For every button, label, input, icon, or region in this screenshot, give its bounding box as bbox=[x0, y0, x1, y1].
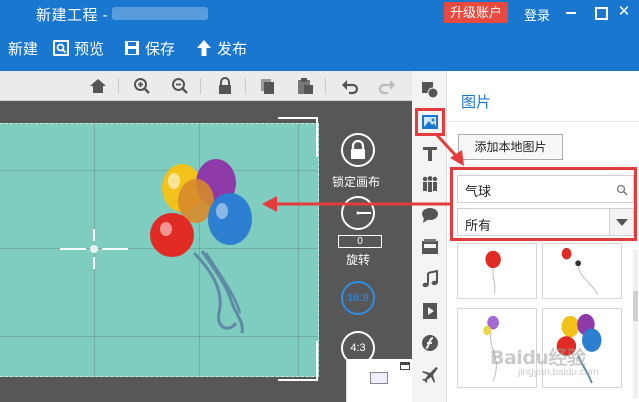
people-icon[interactable] bbox=[421, 175, 439, 193]
crop-corner-top-right[interactable] bbox=[278, 117, 318, 157]
image-result-thumbnail[interactable] bbox=[457, 243, 537, 299]
new-button[interactable]: 新建 bbox=[8, 36, 38, 60]
image-result-thumbnail[interactable] bbox=[542, 243, 622, 299]
new-label: 新建 bbox=[8, 40, 39, 58]
red-balloon-icon bbox=[485, 250, 501, 295]
dial-indicator-icon bbox=[356, 211, 371, 215]
music-icon[interactable] bbox=[421, 270, 439, 288]
window-title: 新建工程 - bbox=[36, 7, 109, 24]
paste-icon[interactable] bbox=[296, 77, 314, 95]
toolbar-separator bbox=[325, 78, 326, 94]
annotation-highlight-image-tool bbox=[415, 108, 445, 136]
maximize-icon[interactable] bbox=[590, 3, 610, 21]
upload-arrow-icon bbox=[197, 40, 211, 56]
copy-icon[interactable] bbox=[259, 77, 277, 95]
crosshair-icon bbox=[60, 229, 128, 269]
save-label: 保存 bbox=[145, 40, 176, 58]
login-link[interactable]: 登录 bbox=[524, 5, 550, 24]
publish-label: 发布 bbox=[217, 40, 248, 58]
lock-icon[interactable] bbox=[216, 77, 234, 95]
rotate-value-field[interactable]: 0 bbox=[338, 235, 382, 248]
home-icon[interactable] bbox=[89, 77, 107, 95]
lock-icon bbox=[351, 139, 365, 159]
grid-line bbox=[298, 124, 299, 376]
preview-label: 预览 bbox=[74, 40, 105, 58]
annotation-highlight-search-area bbox=[450, 167, 637, 241]
flash-icon[interactable] bbox=[421, 334, 439, 352]
video-icon[interactable] bbox=[421, 302, 439, 320]
redo-icon[interactable] bbox=[378, 77, 396, 95]
canvas-toolbar bbox=[0, 71, 412, 101]
lock-canvas-button[interactable] bbox=[341, 133, 375, 167]
watermark-text: Baidu经验 bbox=[490, 347, 586, 369]
blurred-project-name bbox=[112, 7, 208, 20]
collapse-icon[interactable] bbox=[400, 362, 410, 370]
upgrade-account-button[interactable]: 升级账户 bbox=[444, 2, 508, 23]
balloon-bunch-icon bbox=[561, 247, 598, 295]
aspect-ratio-16-9-button[interactable]: 16:9 bbox=[341, 281, 375, 315]
rotate-label: 旋转 bbox=[346, 253, 371, 267]
preview-icon bbox=[53, 40, 69, 56]
publish-button[interactable]: 发布 bbox=[196, 36, 247, 60]
save-button[interactable]: 保存 bbox=[124, 36, 175, 60]
airplane-icon[interactable] bbox=[421, 366, 439, 384]
balloons-image[interactable] bbox=[144, 153, 264, 343]
stage-area: 锁定画布 0 旋转 16:9 4:3 bbox=[0, 101, 412, 402]
toolbar-separator bbox=[118, 78, 119, 94]
save-icon bbox=[125, 41, 139, 55]
watermark-subtext: jingyan.baidu.com bbox=[518, 367, 599, 378]
undo-icon[interactable] bbox=[341, 77, 359, 95]
preview-button[interactable]: 预览 bbox=[53, 36, 104, 60]
add-local-image-button[interactable]: 添加本地图片 bbox=[458, 134, 563, 160]
rotate-dial[interactable] bbox=[341, 196, 375, 230]
minimize-icon[interactable] bbox=[561, 3, 581, 21]
text-icon[interactable] bbox=[421, 145, 439, 163]
panel-title: 图片 bbox=[461, 94, 492, 111]
zoom-in-icon[interactable] bbox=[133, 77, 151, 95]
close-icon[interactable]: ✕ bbox=[614, 3, 634, 21]
shapes-icon[interactable] bbox=[421, 81, 439, 99]
mini-preview-thumbnail[interactable] bbox=[370, 372, 388, 384]
main-toolbar: 新建 预览 保存 发布 bbox=[0, 26, 639, 71]
zoom-out-icon[interactable] bbox=[171, 77, 189, 95]
background-icon[interactable] bbox=[421, 238, 439, 256]
panel-scrollbar[interactable] bbox=[633, 249, 638, 399]
toolbar-separator bbox=[245, 78, 246, 94]
crop-corner-bottom-right[interactable] bbox=[278, 341, 318, 381]
title-bar: 新建工程 - 升级账户 登录 ✕ bbox=[0, 0, 639, 26]
panel-divider bbox=[447, 121, 639, 122]
speech-bubble-icon[interactable] bbox=[421, 206, 439, 224]
toolbar-separator bbox=[200, 78, 201, 94]
panel-scrollbar-thumb[interactable] bbox=[633, 291, 638, 321]
lock-canvas-label: 锁定画布 bbox=[332, 175, 381, 189]
